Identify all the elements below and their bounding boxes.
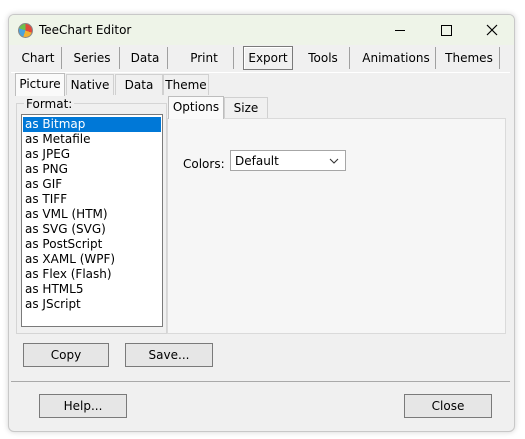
tab-print[interactable]: Print — [175, 47, 234, 69]
colors-label: Colors: — [183, 157, 225, 171]
tab-chart[interactable]: Chart — [15, 47, 62, 69]
colors-dropdown[interactable]: Default — [230, 150, 346, 171]
teechart-editor-window: TeeChart Editor Chart Series Data Print … — [8, 14, 515, 432]
format-item-xaml[interactable]: as XAML (WPF) — [23, 252, 161, 267]
tab-series[interactable]: Series — [65, 47, 120, 69]
tab-native[interactable]: Native — [66, 74, 114, 95]
format-item-metafile[interactable]: as Metafile — [23, 132, 161, 147]
format-item-jpeg[interactable]: as JPEG — [23, 147, 161, 162]
tab-animations[interactable]: Animations — [357, 47, 436, 69]
window-title: TeeChart Editor — [39, 23, 132, 37]
format-item-bitmap[interactable]: as Bitmap — [23, 117, 161, 132]
main-tab-strip: Chart Series Data Print Export Tools Ani… — [9, 45, 514, 71]
tab-tools[interactable]: Tools — [297, 47, 350, 69]
tab-export[interactable]: Export — [243, 46, 293, 70]
tab-size[interactable]: Size — [224, 97, 268, 118]
chevron-down-icon — [329, 158, 339, 164]
teechart-app-icon — [18, 23, 33, 38]
colors-selected-value: Default — [235, 154, 279, 168]
tab-picture[interactable]: Picture — [15, 73, 65, 96]
format-item-png[interactable]: as PNG — [23, 162, 161, 177]
tab-options[interactable]: Options — [168, 96, 224, 119]
help-button[interactable]: Help... — [39, 394, 127, 418]
format-item-svg[interactable]: as SVG (SVG) — [23, 222, 161, 237]
copy-button[interactable]: Copy — [23, 343, 109, 367]
minimize-icon — [395, 29, 405, 31]
format-item-vml[interactable]: as VML (HTM) — [23, 207, 161, 222]
format-item-gif[interactable]: as GIF — [23, 177, 161, 192]
tab-themes[interactable]: Themes — [439, 47, 500, 69]
format-label: Format: — [24, 97, 75, 111]
tab-data[interactable]: Data — [123, 47, 168, 69]
maximize-icon — [440, 24, 452, 36]
format-item-flex[interactable]: as Flex (Flash) — [23, 267, 161, 282]
close-window-button[interactable] — [469, 15, 514, 45]
format-item-tiff[interactable]: as TIFF — [23, 192, 161, 207]
close-icon — [486, 24, 498, 36]
minimize-button[interactable] — [377, 15, 423, 45]
title-bar[interactable]: TeeChart Editor — [9, 15, 514, 45]
tab-export-data[interactable]: Data — [115, 74, 163, 95]
save-button[interactable]: Save... — [125, 343, 213, 367]
tab-theme[interactable]: Theme — [163, 74, 209, 95]
format-item-html5[interactable]: as HTML5 — [23, 282, 161, 297]
format-item-postscript[interactable]: as PostScript — [23, 237, 161, 252]
format-item-jscript[interactable]: as JScript — [23, 297, 161, 312]
format-list[interactable]: as Bitmap as Metafile as JPEG as PNG as … — [21, 114, 163, 327]
maximize-button[interactable] — [423, 15, 469, 45]
close-button[interactable]: Close — [404, 394, 492, 418]
